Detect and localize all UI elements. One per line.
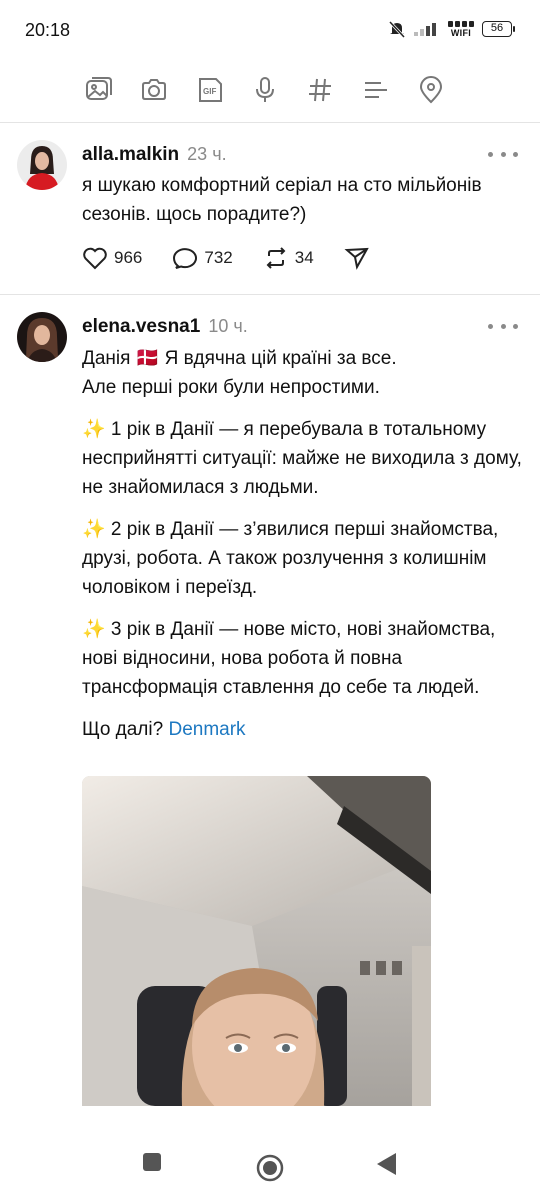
post-header: elena.vesna1 10 ч. — [82, 316, 248, 338]
mute-icon — [388, 20, 406, 38]
tag-link[interactable]: Denmark — [168, 719, 245, 740]
location-icon[interactable] — [414, 73, 448, 107]
home-icon[interactable] — [256, 1154, 284, 1187]
post-time: 23 ч. — [187, 144, 227, 164]
microphone-icon[interactable] — [248, 73, 282, 107]
more-options-icon[interactable] — [488, 316, 518, 336]
wifi-icon: WIFI — [448, 20, 474, 38]
gif-icon[interactable]: GIF — [193, 73, 227, 107]
battery-indicator: 56 — [482, 21, 515, 37]
post-text: я шукаю комфортний серіал на сто мільйон… — [82, 171, 527, 229]
repost-button[interactable]: 34 — [263, 246, 314, 270]
send-icon — [344, 247, 369, 270]
repost-icon — [266, 247, 286, 269]
heart-icon — [83, 247, 107, 270]
post-image[interactable] — [82, 776, 431, 1106]
repost-count: 34 — [294, 248, 314, 267]
post-paragraph: Данія 🇩🇰 Я вдячна цій країні за все. Але… — [82, 348, 397, 398]
username[interactable]: elena.vesna1 — [82, 316, 200, 338]
gif-label: GIF — [203, 87, 216, 96]
post-paragraph: ✨ 2 рік в Данії — з’явилися перші знайом… — [82, 519, 499, 598]
composer-toolbar: GIF — [70, 70, 460, 110]
post-header: alla.malkin 23 ч. — [82, 144, 227, 166]
camera-icon[interactable] — [137, 73, 171, 107]
hashtag-icon[interactable] — [303, 73, 337, 107]
post-paragraph: ✨ 1 рік в Данії — я перебувала в тотальн… — [82, 419, 522, 498]
gallery-icon[interactable] — [82, 73, 116, 107]
closing-text: Що далі? — [82, 719, 169, 740]
back-icon[interactable] — [376, 1152, 398, 1181]
status-time: 20:18 — [25, 20, 71, 40]
like-button[interactable]: 966 — [82, 246, 142, 270]
post-card[interactable]: alla.malkin 23 ч. я шукаю комфортний сер… — [0, 122, 540, 294]
like-count: 966 — [114, 248, 143, 267]
system-nav-bar — [0, 1130, 540, 1200]
recent-apps-icon[interactable] — [142, 1152, 162, 1177]
avatar[interactable] — [17, 312, 67, 362]
status-bar: 20:18 WIFI 56 — [0, 0, 540, 60]
avatar[interactable] — [17, 140, 67, 190]
post-text: Данія 🇩🇰 Я вдячна цій країні за все. Але… — [82, 344, 527, 757]
share-button[interactable] — [344, 246, 370, 270]
username[interactable]: alla.malkin — [82, 144, 179, 166]
wifi-label: WIFI — [450, 28, 472, 38]
comment-count: 732 — [204, 248, 233, 267]
post-text-content: я шукаю комфортний серіал на сто мільйон… — [82, 175, 482, 225]
post-paragraph: ✨ 3 рік в Данії — нове місто, нові знайо… — [82, 619, 496, 698]
list-icon[interactable] — [359, 73, 393, 107]
comment-button[interactable]: 732 — [172, 246, 233, 270]
post-actions: 966 732 34 — [82, 246, 400, 270]
post-time: 10 ч. — [208, 316, 248, 336]
status-icons: WIFI 56 — [388, 20, 515, 38]
comment-icon — [173, 248, 198, 269]
signal-icon — [414, 22, 440, 36]
more-options-icon[interactable] — [488, 144, 518, 164]
post-closing-line: Що далі? Denmark — [82, 715, 527, 744]
